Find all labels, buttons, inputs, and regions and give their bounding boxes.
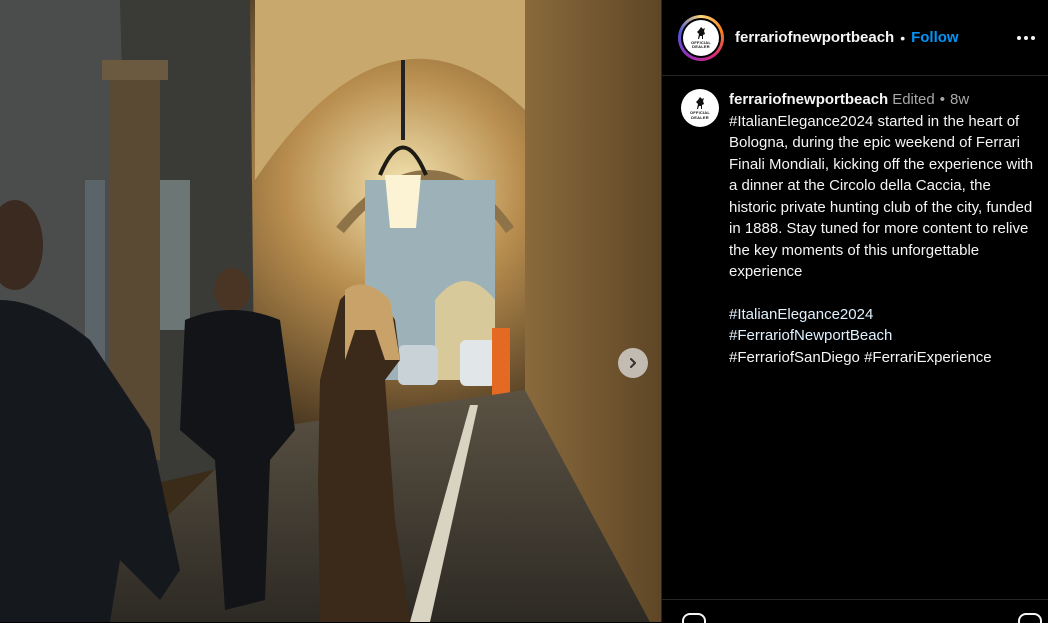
story-ring-avatar[interactable]: OFFICIAL DEALER — [678, 14, 724, 61]
avatar-badge-text: OFFICIAL DEALER — [691, 40, 711, 50]
action-bar — [662, 599, 1048, 623]
caption-body: ferrariofnewportbeach Edited • 8w #ItalianE… — [729, 89, 1038, 368]
hashtag-link[interactable]: #ItalianElegance2024 — [729, 304, 1038, 326]
avatar-border: OFFICIAL DEALER — [681, 17, 721, 58]
prancing-horse-icon — [696, 97, 704, 109]
hashtag-link[interactable]: #FerrariExperience — [864, 349, 992, 366]
prancing-horse-icon — [697, 26, 705, 39]
more-dot — [1031, 36, 1035, 40]
more-dot — [1024, 36, 1028, 40]
meta-separator: • — [939, 91, 946, 108]
avatar-badge-line2: DEALER — [692, 44, 710, 49]
post-age[interactable]: 8w — [950, 91, 969, 108]
more-horizontal-icon — [1017, 36, 1021, 40]
follow-button[interactable]: Follow — [911, 29, 959, 46]
caption-text: #ItalianElegance2024 started in the hear… — [729, 112, 1034, 281]
next-photo-button[interactable] — [618, 348, 648, 378]
hashtag-line: #FerrariofSanDiego #FerrariExperience — [729, 349, 992, 366]
photo-illustration — [0, 0, 661, 622]
caption-avatar-badge-line2: DEALER — [691, 114, 709, 120]
more-options-button[interactable] — [1014, 26, 1038, 50]
header-separator: • — [900, 29, 906, 46]
header-username[interactable]: ferrariofnewportbeach — [735, 29, 894, 46]
hashtag-list: #ItalianElegance2024 #FerrariofNewportBe… — [729, 304, 1038, 369]
hashtag-link[interactable]: #FerrariofNewportBeach — [729, 325, 1038, 347]
post-photo[interactable] — [0, 0, 661, 622]
caption: OFFICIAL DEALER ferrariofnewportbeach Edi… — [662, 76, 1048, 368]
caption-username[interactable]: ferrariofnewportbeach — [729, 91, 888, 108]
caption-meta: ferrariofnewportbeach Edited • 8w — [729, 89, 1038, 111]
chevron-right-icon — [630, 358, 636, 368]
hashtag-link[interactable]: #FerrariofSanDiego — [729, 349, 860, 366]
avatar: OFFICIAL DEALER — [683, 19, 719, 56]
post-header: OFFICIAL DEALER ferrariofnewportbeach • … — [662, 0, 1048, 76]
caption-avatar-badge-text: OFFICIAL DEALER — [690, 110, 710, 120]
post-side-panel: OFFICIAL DEALER ferrariofnewportbeach • … — [661, 0, 1048, 623]
instagram-post-modal: OFFICIAL DEALER ferrariofnewportbeach • … — [0, 0, 1048, 623]
caption-avatar[interactable]: OFFICIAL DEALER — [681, 89, 719, 127]
edited-label: Edited — [892, 91, 935, 108]
